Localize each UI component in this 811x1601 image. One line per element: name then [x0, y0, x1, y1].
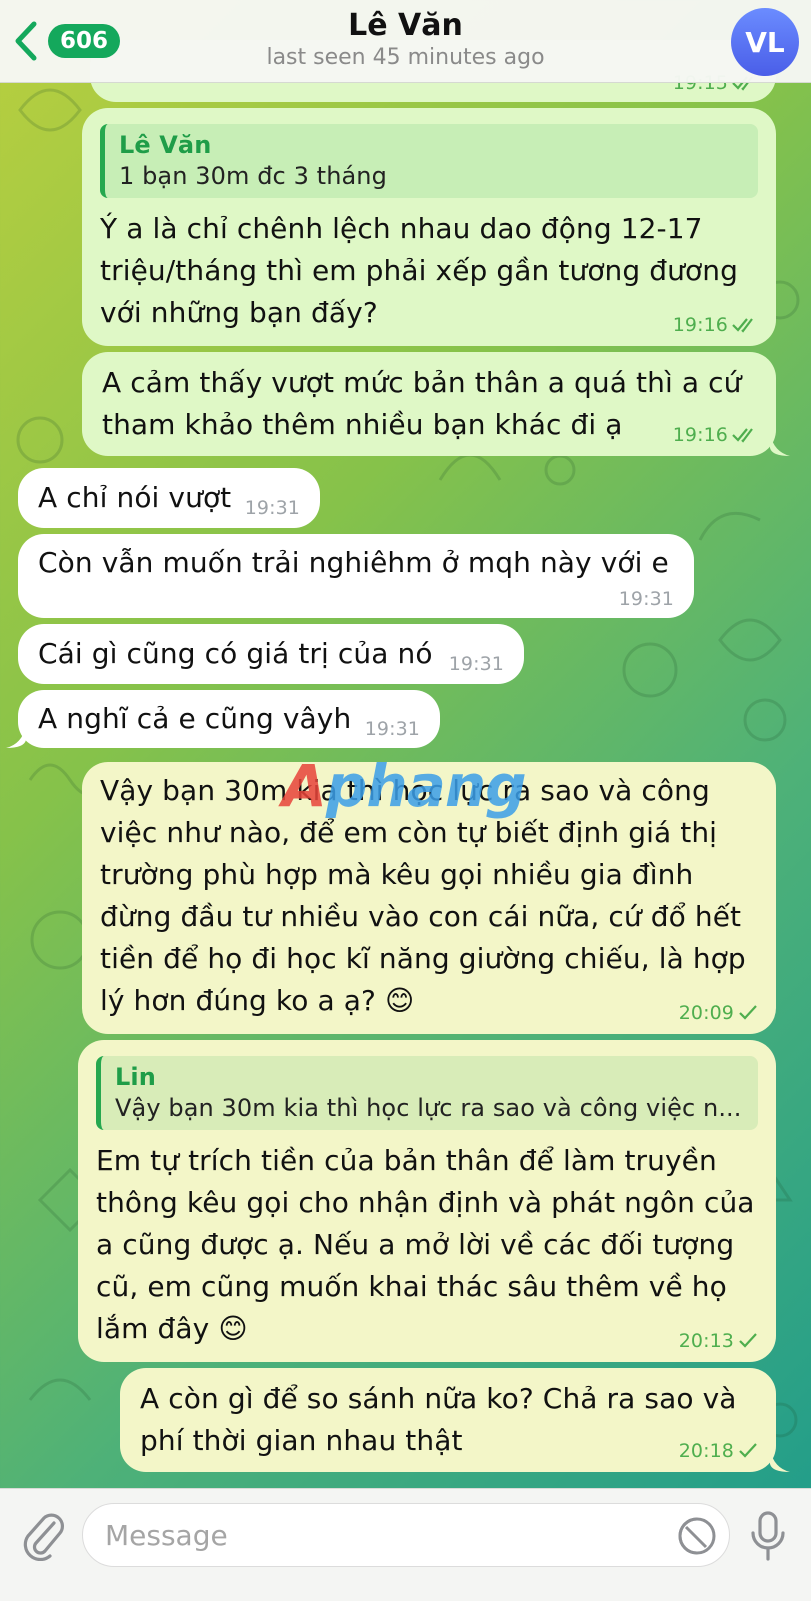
reply-quote[interactable]: Lê Văn 1 bạn 30m đc 3 tháng: [100, 124, 758, 198]
reply-text: Vậy bạn 30m kia thì học lực ra sao và cô…: [115, 1094, 742, 1122]
message-bubble-incoming[interactable]: A chỉ nói vượt 19:31: [18, 468, 320, 528]
message-time: 19:31: [364, 718, 420, 740]
sticker-icon[interactable]: [676, 1515, 718, 1557]
message-composer: [0, 1488, 811, 1601]
double-check-icon: [732, 428, 753, 443]
message-meta: 20:18: [679, 1440, 758, 1462]
check-icon: [739, 1005, 757, 1020]
message-meta: 20:13: [679, 1330, 758, 1352]
reply-quote[interactable]: Lin Vậy bạn 30m kia thì học lực ra sao v…: [96, 1056, 758, 1130]
contact-name: Lê Văn: [348, 8, 463, 43]
double-check-icon: [732, 318, 753, 333]
message-bubble-outgoing[interactable]: A cảm thấy vượt mức bản thân a quá thì a…: [82, 352, 776, 456]
reply-text: 1 bạn 30m đc 3 tháng: [119, 162, 387, 190]
message-text: A còn gì để so sánh nữa ko? Chả ra sao v…: [140, 1382, 737, 1457]
message-bubble-outgoing[interactable]: Lin Vậy bạn 30m kia thì học lực ra sao v…: [78, 1040, 776, 1362]
message-meta: 19:16: [673, 314, 758, 336]
last-seen-status: last seen 45 minutes ago: [266, 45, 545, 70]
chat-title[interactable]: Lê Văn last seen 45 minutes ago: [0, 8, 811, 72]
chat-header: 606 Lê Văn last seen 45 minutes ago VL: [0, 0, 811, 83]
message-time: 19:16: [672, 424, 728, 446]
message-meta: 19:31: [365, 718, 420, 740]
check-icon: [739, 1333, 757, 1348]
message-text: Cái gì cũng có giá trị của nó: [38, 637, 433, 670]
message-meta: 20:09: [679, 1002, 758, 1024]
message-meta: 19:31: [619, 588, 674, 610]
avatar[interactable]: VL: [731, 8, 799, 76]
watermark-logo: Aphang: [282, 752, 527, 820]
reply-author: Lin: [115, 1063, 156, 1091]
message-bubble-incoming[interactable]: Cái gì cũng có giá trị của nó 19:31: [18, 624, 524, 684]
bubble-tail: [770, 434, 790, 456]
reply-author: Lê Văn: [119, 131, 212, 159]
message-time: 19:31: [244, 497, 300, 519]
message-bubble-outgoing[interactable]: Lê Văn 1 bạn 30m đc 3 tháng Ý a là chỉ c…: [82, 108, 776, 346]
microphone-icon[interactable]: [748, 1509, 788, 1563]
message-text: A nghĩ cả e cũng vâyh: [38, 702, 352, 735]
message-text: Ý a là chỉ chênh lệch nhau dao động 12-1…: [100, 212, 738, 329]
message-text: A cảm thấy vượt mức bản thân a quá thì a…: [102, 366, 742, 441]
message-meta: 19:31: [245, 497, 300, 519]
message-bubble-incoming[interactable]: Còn vẫn muốn trải nghiêhm ở mqh này với …: [18, 534, 694, 618]
bubble-tail: [6, 726, 26, 748]
message-meta: 19:31: [449, 653, 504, 675]
message-bubble-outgoing[interactable]: A còn gì để so sánh nữa ko? Chả ra sao v…: [120, 1368, 776, 1472]
paperclip-icon[interactable]: [20, 1509, 66, 1561]
message-time: 20:18: [678, 1440, 734, 1462]
bubble-tail: [770, 1450, 790, 1472]
message-input[interactable]: [82, 1503, 730, 1567]
message-bubble-incoming[interactable]: A nghĩ cả e cũng vâyh 19:31: [18, 690, 440, 748]
message-time: 20:13: [678, 1330, 734, 1352]
message-text: Em tự trích tiền của bản thân để làm tru…: [96, 1144, 755, 1345]
message-time: 19:31: [448, 653, 504, 675]
message-time: 19:16: [672, 314, 728, 336]
message-time: 20:09: [678, 1002, 734, 1024]
message-time: 19:31: [618, 588, 674, 610]
message-meta: 19:16: [673, 424, 758, 446]
message-text: Còn vẫn muốn trải nghiêhm ở mqh này với …: [38, 546, 669, 579]
check-icon: [739, 1443, 757, 1458]
